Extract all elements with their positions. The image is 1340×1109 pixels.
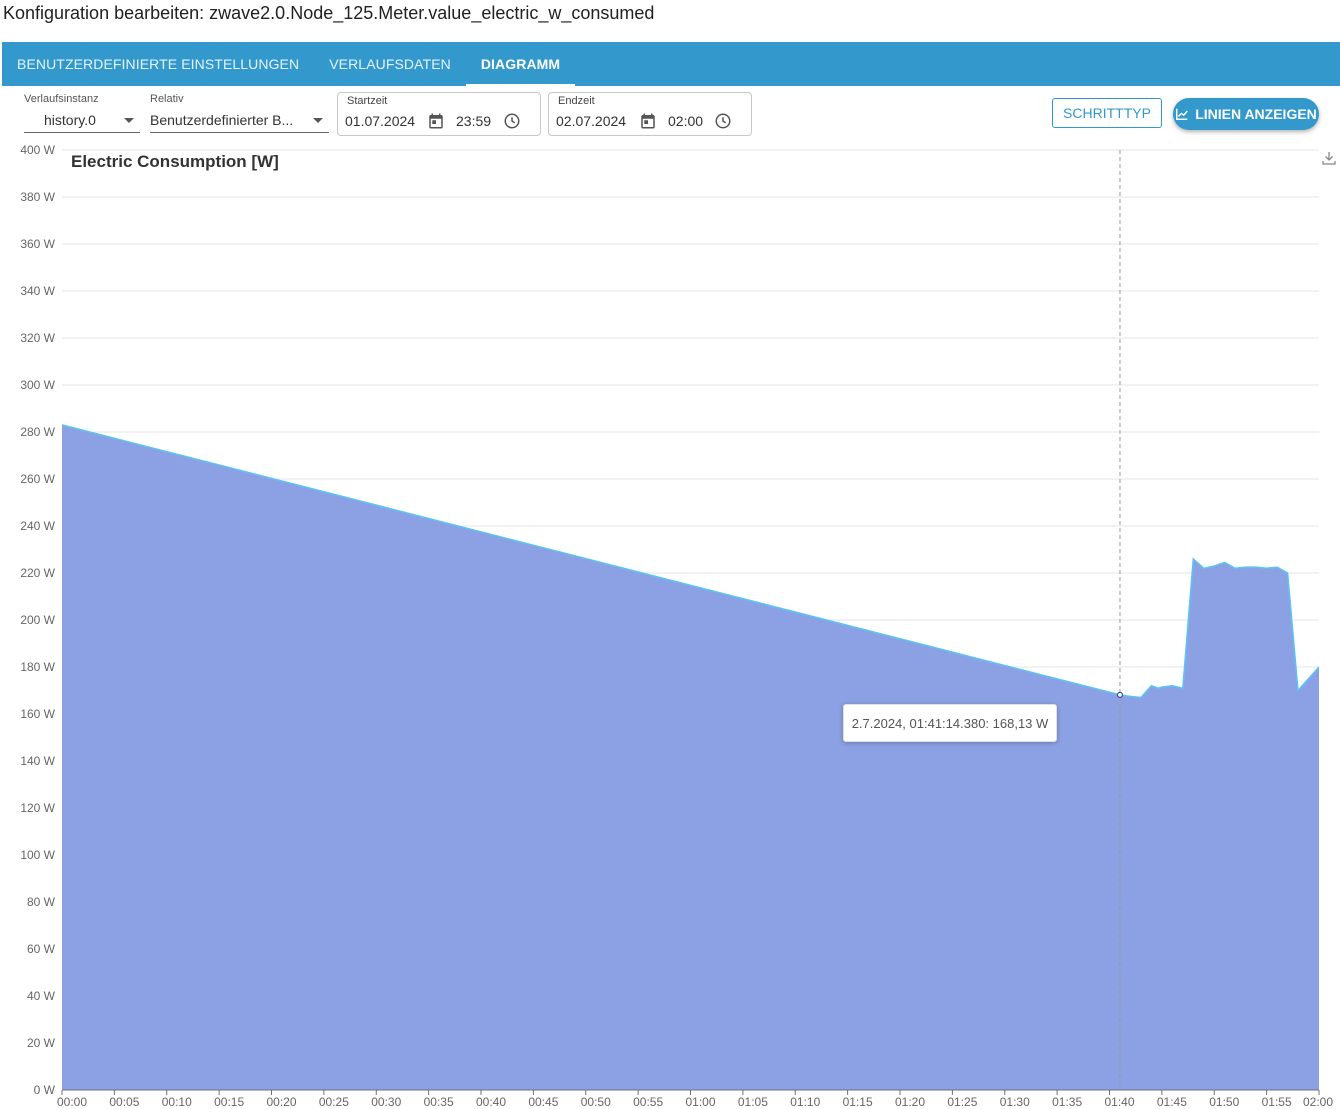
chart-toolbar: Verlaufsinstanz history.0 Relativ Benutz…	[0, 86, 1340, 148]
instance-label: Verlaufsinstanz	[24, 93, 99, 105]
clock-icon[interactable]	[503, 112, 521, 130]
end-time-group: Endzeit 02.07.2024 02:00	[548, 92, 752, 136]
x-tick-label: 00:30	[371, 1095, 401, 1109]
y-tick-label: 140 W	[20, 754, 55, 768]
y-tick-label: 100 W	[20, 848, 55, 862]
download-icon[interactable]	[1321, 150, 1337, 166]
step-type-button[interactable]: SCHRITTTYP	[1052, 98, 1162, 128]
x-tick-label: 00:15	[214, 1095, 244, 1109]
x-tick-label: 01:50	[1209, 1095, 1239, 1109]
x-tick-label: 00:40	[476, 1095, 506, 1109]
tab-history-data[interactable]: VERLAUFSDATEN	[314, 42, 466, 86]
instance-select-value: history.0	[44, 112, 96, 128]
y-tick-label: 80 W	[27, 895, 56, 909]
x-tick-label: 00:35	[424, 1095, 454, 1109]
relative-select[interactable]: Benutzerdefinierter B...	[150, 108, 329, 133]
electric-consumption-chart[interactable]: 0 W 20 W 40 W 60 W 80 W 100 W 120 W 140 W 160 W 1…	[0, 143, 1340, 1109]
x-tick-label: 01:20	[895, 1095, 925, 1109]
y-tick-label: 0 W	[34, 1083, 56, 1097]
y-tick-label: 160 W	[20, 707, 55, 721]
x-tick-label: 01:35	[1052, 1095, 1082, 1109]
end-time-input[interactable]: 02:00	[668, 113, 703, 129]
hover-point[interactable]	[1116, 691, 1124, 698]
x-tick-label: 00:10	[162, 1095, 192, 1109]
end-time-label: Endzeit	[558, 95, 595, 107]
show-lines-button[interactable]: LINIEN ANZEIGEN	[1173, 98, 1319, 130]
y-tick-label: 240 W	[20, 519, 55, 533]
chart-title: Electric Consumption [W]	[71, 152, 279, 171]
clock-icon[interactable]	[714, 112, 732, 130]
y-tick-label: 220 W	[20, 566, 55, 580]
line-chart-icon	[1176, 108, 1188, 120]
relative-select-value: Benutzerdefinierter B...	[150, 112, 294, 128]
y-tick-label: 340 W	[20, 284, 55, 298]
instance-select[interactable]: history.0	[24, 108, 140, 133]
x-tick-label: 01:25	[947, 1095, 977, 1109]
chevron-down-icon	[124, 117, 134, 123]
x-tick-label: 01:05	[738, 1095, 768, 1109]
x-tick-label: 00:05	[109, 1095, 139, 1109]
y-tick-label: 380 W	[20, 190, 55, 204]
tab-bar: BENUTZERDEFINIERTE EINSTELLUNGEN VERLAUF…	[2, 42, 1340, 86]
start-time-group: Startzeit 01.07.2024 23:59	[337, 92, 541, 136]
x-tick-label: 01:45	[1157, 1095, 1187, 1109]
end-date-input[interactable]: 02.07.2024	[556, 113, 626, 129]
y-tick-label: 200 W	[20, 613, 55, 627]
x-axis: 00:00 00:05 00:10 00:15 00:20 00:25 00:30 00:35…	[57, 1089, 1333, 1109]
y-axis: 0 W 20 W 40 W 60 W 80 W 100 W 120 W 140 W 160 W 1…	[20, 143, 55, 1097]
tab-chart[interactable]: DIAGRAMM	[465, 42, 576, 86]
x-tick-label: 00:50	[581, 1095, 611, 1109]
y-tick-label: 180 W	[20, 660, 55, 674]
start-time-input[interactable]: 23:59	[456, 113, 491, 129]
y-tick-label: 400 W	[20, 143, 55, 157]
x-tick-label: 01:00	[686, 1095, 716, 1109]
y-tick-label: 260 W	[20, 472, 55, 486]
chart-area[interactable]: 0 W 20 W 40 W 60 W 80 W 100 W 120 W 140 W 160 W 1…	[0, 143, 1340, 1109]
series-layer	[61, 424, 1320, 1090]
x-tick-label: 00:25	[319, 1095, 349, 1109]
start-time-label: Startzeit	[347, 95, 388, 107]
x-tick-label: 00:00	[57, 1095, 87, 1109]
x-tick-label: 00:55	[633, 1095, 663, 1109]
x-tick-label: 01:30	[1000, 1095, 1030, 1109]
y-tick-label: 280 W	[20, 425, 55, 439]
start-date-input[interactable]: 01.07.2024	[345, 113, 415, 129]
x-tick-label: 01:10	[790, 1095, 820, 1109]
relative-label: Relativ	[150, 93, 184, 105]
series-area	[62, 424, 1319, 1090]
y-tick-label: 20 W	[27, 1036, 56, 1050]
x-tick-label: 00:45	[528, 1095, 558, 1109]
chevron-down-icon	[313, 117, 323, 123]
y-tick-label: 300 W	[20, 378, 55, 392]
calendar-icon[interactable]	[639, 112, 657, 130]
x-tick-label: 02:00	[1303, 1095, 1333, 1109]
tab-custom-settings[interactable]: BENUTZERDEFINIERTE EINSTELLUNGEN	[2, 42, 314, 86]
y-tick-label: 120 W	[20, 801, 55, 815]
y-tick-label: 60 W	[27, 942, 56, 956]
y-tick-label: 320 W	[20, 331, 55, 345]
calendar-icon[interactable]	[427, 112, 445, 130]
y-tick-label: 360 W	[20, 237, 55, 251]
chart-tooltip: 2.7.2024, 01:41:14.380: 168,13 W	[843, 704, 1057, 742]
y-tick-label: 40 W	[27, 989, 56, 1003]
x-tick-label: 01:40	[1105, 1095, 1135, 1109]
x-tick-label: 01:15	[843, 1095, 873, 1109]
show-lines-label: LINIEN ANZEIGEN	[1195, 106, 1317, 122]
x-tick-label: 00:20	[267, 1095, 297, 1109]
page-title: Konfiguration bearbeiten: zwave2.0.Node_…	[3, 3, 655, 23]
x-tick-label: 01:55	[1262, 1095, 1292, 1109]
